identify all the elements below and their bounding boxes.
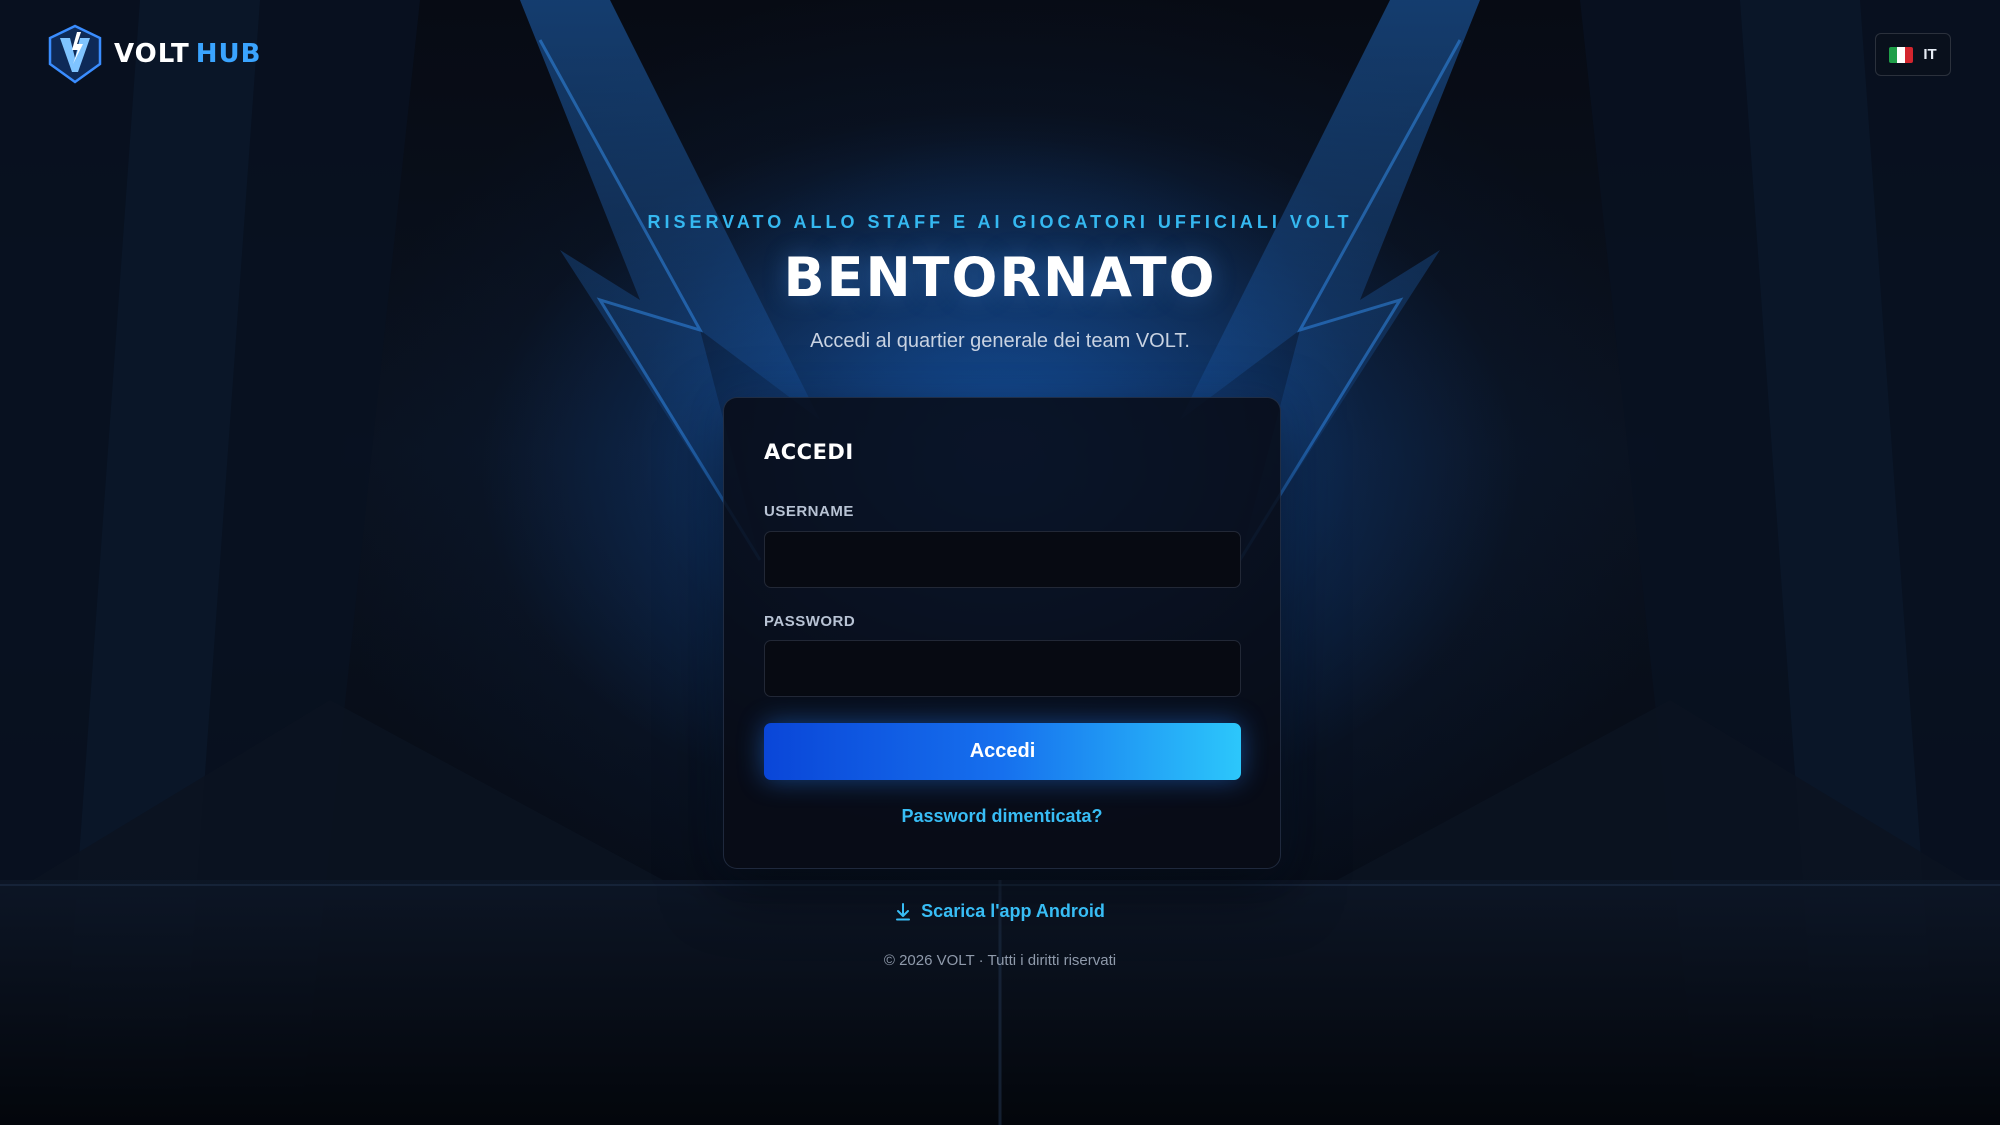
hero-kicker: RISERVATO ALLO STAFF E AI GIOCATORI UFFI…: [647, 212, 1353, 232]
download-icon: [896, 902, 911, 920]
password-label: PASSWORD: [764, 613, 856, 630]
login-button[interactable]: Accedi: [764, 723, 1241, 780]
login-card-title: ACCEDI: [764, 440, 854, 464]
brand-header[interactable]: VOLT HUB: [48, 24, 261, 84]
italy-flag-icon: [1889, 46, 1914, 63]
password-field[interactable]: [764, 640, 1241, 697]
username-label: USERNAME: [764, 503, 854, 520]
login-page: VOLT HUB IT RISERVATO ALLO STAFF E AI GIO…: [0, 0, 2000, 1125]
volt-logo-icon: [48, 24, 102, 84]
forgot-password-link[interactable]: Password dimenticata?: [724, 806, 1280, 827]
download-label: Scarica l'app Android: [921, 901, 1105, 921]
brand-name-primary: VOLT: [114, 39, 190, 69]
language-code: IT: [1923, 46, 1937, 63]
brand-name: VOLT HUB: [114, 39, 261, 69]
download-android-app-link[interactable]: Scarica l'app Android: [0, 901, 2000, 922]
footer-copyright: © 2026 VOLT · Tutti i diritti riservati: [883, 952, 1117, 969]
login-card: ACCEDI USERNAME PASSWORD Accedi Password…: [723, 397, 1281, 869]
username-field[interactable]: [764, 531, 1241, 588]
language-selector-button[interactable]: IT: [1875, 33, 1951, 76]
page-title: BENTORNATO: [783, 246, 1217, 309]
page-subtitle: Accedi al quartier generale dei team VOL…: [810, 330, 1190, 352]
brand-name-secondary: HUB: [195, 39, 262, 69]
